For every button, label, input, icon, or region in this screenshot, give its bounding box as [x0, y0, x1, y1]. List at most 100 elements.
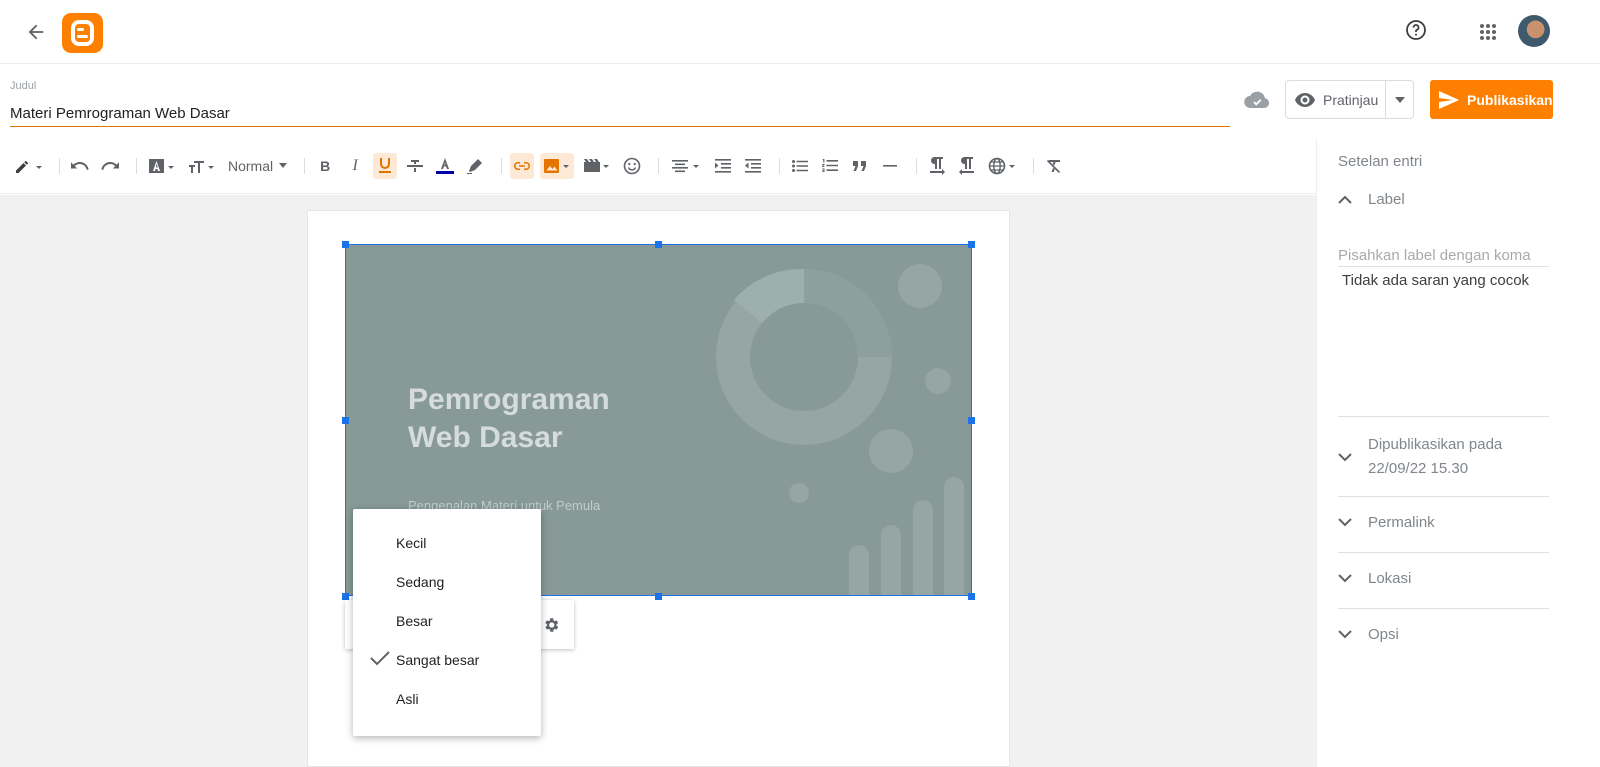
toolbar-divider	[501, 157, 503, 174]
horizontal-rule-button[interactable]	[878, 153, 902, 179]
permalink-section-toggle[interactable]: Permalink	[1338, 514, 1549, 531]
link-button[interactable]	[510, 152, 535, 179]
compose-mode-button[interactable]	[11, 153, 45, 179]
clear-formatting-button[interactable]	[1042, 153, 1066, 179]
menu-item-size[interactable]: Kecil	[353, 523, 541, 562]
caret-down-icon	[1394, 96, 1405, 103]
paragraph-style-dropdown[interactable]: Normal	[225, 153, 290, 179]
emoji-button[interactable]	[620, 153, 644, 179]
strikethrough-icon	[407, 159, 424, 172]
text-direction-rtl-icon	[959, 156, 975, 175]
image-settings-button[interactable]	[539, 614, 563, 636]
numbered-list-icon	[822, 159, 839, 172]
resize-handle-top-left[interactable]	[342, 241, 349, 248]
save-status	[1243, 88, 1271, 112]
resize-handle-bottom-left[interactable]	[342, 593, 349, 600]
ltr-button[interactable]	[925, 153, 949, 179]
formatting-toolbar: Normal B I	[0, 138, 1316, 194]
sidebar-divider	[1338, 552, 1549, 553]
location-section-toggle[interactable]: Lokasi	[1338, 570, 1549, 587]
preview-dropdown-button[interactable]	[1386, 81, 1413, 118]
title-input[interactable]	[10, 100, 1230, 127]
chevron-down-icon	[1338, 518, 1352, 527]
options-section-toggle[interactable]: Opsi	[1338, 626, 1549, 643]
bulleted-list-button[interactable]	[788, 153, 812, 179]
resize-handle-bottom-right[interactable]	[968, 593, 975, 600]
help-circle-icon	[1406, 20, 1426, 40]
toolbar-divider	[916, 157, 918, 174]
underline-icon	[379, 158, 392, 173]
language-button[interactable]	[985, 153, 1019, 179]
outdent-button[interactable]	[741, 153, 765, 179]
gear-icon	[545, 618, 559, 632]
menu-item-size[interactable]: Asli	[353, 679, 541, 718]
toolbar-divider	[136, 157, 137, 174]
publish-button[interactable]: Publikasikan	[1430, 80, 1553, 119]
sidebar-title: Setelan entri	[1338, 153, 1423, 170]
resize-handle-top[interactable]	[655, 241, 662, 248]
menu-item-size[interactable]: Sedang	[353, 562, 541, 601]
publish-label: Publikasikan	[1467, 91, 1553, 108]
chevron-down-icon	[1338, 630, 1352, 639]
label-input[interactable]	[1338, 244, 1549, 267]
text-size-button[interactable]	[185, 153, 219, 179]
preview-button-group: Pratinjau	[1285, 80, 1414, 119]
paragraph-style-label: Normal	[228, 157, 274, 174]
font-family-button[interactable]	[145, 153, 179, 179]
menu-item-size-selected[interactable]: Sangat besar	[353, 640, 541, 679]
toolbar-divider	[304, 157, 306, 174]
insert-image-button[interactable]	[540, 152, 575, 179]
text-color-button[interactable]	[433, 153, 457, 179]
sidebar-divider	[1338, 416, 1549, 417]
rtl-button[interactable]	[955, 153, 979, 179]
text-color-icon	[436, 157, 455, 174]
undo-icon	[71, 161, 89, 170]
indent-button[interactable]	[711, 153, 735, 179]
outdent-icon	[745, 158, 762, 173]
help-button[interactable]	[1402, 16, 1430, 44]
underline-button[interactable]	[373, 152, 398, 179]
resize-handle-right[interactable]	[968, 417, 975, 424]
italic-button[interactable]: I	[343, 153, 367, 179]
caret-down-icon	[279, 163, 288, 168]
strikethrough-button[interactable]	[403, 153, 427, 179]
apps-button[interactable]	[1474, 18, 1502, 46]
text-size-icon	[189, 160, 214, 173]
insert-video-button[interactable]	[580, 153, 614, 179]
sidebar-divider	[1338, 496, 1549, 497]
bold-icon: B	[320, 157, 331, 174]
published-section-toggle[interactable]: Dipublikasikan pada 22/09/22 15.30	[1338, 433, 1549, 481]
avatar[interactable]	[1518, 15, 1550, 47]
horizontal-rule-icon	[883, 164, 898, 167]
chevron-down-icon	[1338, 574, 1352, 583]
quote-icon	[853, 160, 867, 171]
check-icon	[370, 651, 390, 666]
numbered-list-button[interactable]	[818, 153, 842, 179]
resize-handle-left[interactable]	[342, 417, 349, 424]
arrow-left-icon	[28, 24, 44, 40]
no-suggestions-text: Tidak ada saran yang cocok	[1342, 272, 1530, 289]
link-icon	[514, 161, 531, 170]
label-section-toggle[interactable]: Label	[1338, 191, 1549, 208]
published-date: 22/09/22 15.30	[1368, 460, 1469, 477]
highlight-button[interactable]	[463, 153, 487, 179]
blogger-logo-icon[interactable]	[62, 13, 103, 53]
indent-icon	[715, 158, 732, 173]
toolbar-divider	[658, 157, 660, 174]
undo-button[interactable]	[68, 153, 92, 179]
quote-button[interactable]	[848, 153, 872, 179]
align-button[interactable]	[667, 153, 705, 179]
resize-handle-bottom[interactable]	[655, 593, 662, 600]
chevron-down-icon	[1338, 452, 1352, 461]
redo-button[interactable]	[98, 153, 122, 179]
title-label: Judul	[10, 80, 37, 92]
eye-icon	[1295, 92, 1315, 107]
preview-button[interactable]: Pratinjau	[1286, 81, 1386, 118]
clear-format-icon	[1047, 159, 1061, 173]
slide-title: Pemrograman Web Dasar	[408, 383, 610, 454]
menu-item-size[interactable]: Besar	[353, 601, 541, 640]
bold-button[interactable]: B	[313, 153, 337, 179]
apps-grid-icon	[1480, 24, 1496, 40]
resize-handle-top-right[interactable]	[968, 241, 975, 248]
back-button[interactable]	[22, 18, 50, 46]
